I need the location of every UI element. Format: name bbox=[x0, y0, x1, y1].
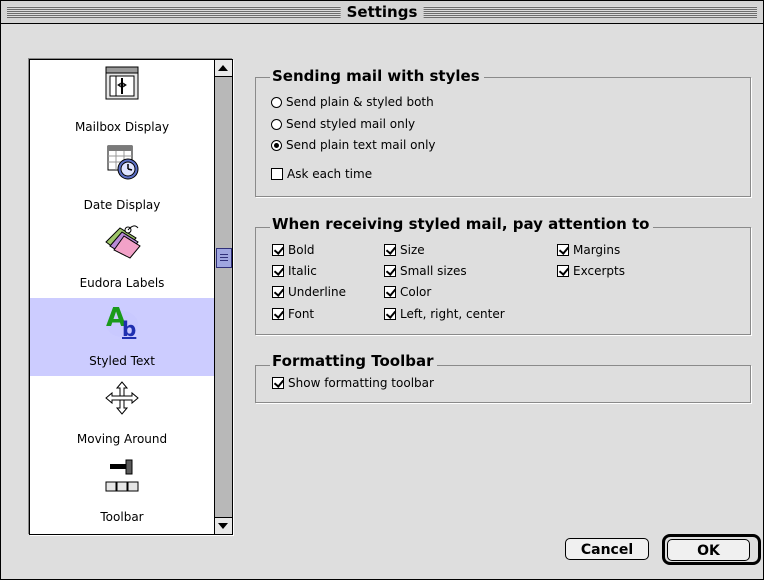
svg-text:b: b bbox=[122, 317, 136, 340]
settings-window: Settings Mailbox Display Date Display Eu… bbox=[0, 0, 764, 580]
category-item-toolbar[interactable]: Toolbar bbox=[30, 454, 214, 532]
checkbox-ask-each-time[interactable]: Ask each time bbox=[271, 167, 372, 181]
category-list-items: Mailbox Display Date Display Eudora Labe… bbox=[30, 60, 214, 534]
category-label: Toolbar bbox=[100, 510, 144, 524]
option-label: Excerpts bbox=[573, 264, 625, 278]
scroll-up-button[interactable] bbox=[215, 60, 232, 77]
radio-send-plain-and-styled[interactable]: Send plain & styled both bbox=[271, 95, 434, 109]
checkbox-font[interactable]: Font bbox=[272, 307, 314, 321]
option-label: Underline bbox=[288, 285, 346, 299]
checkbox-indicator bbox=[271, 168, 283, 180]
category-label: Date Display bbox=[83, 198, 161, 212]
arrow-down-icon bbox=[218, 523, 228, 529]
option-label: Ask each time bbox=[287, 167, 373, 181]
checkbox-indicator bbox=[384, 265, 396, 277]
category-item-moving-around[interactable]: Moving Around bbox=[30, 376, 214, 454]
option-label: Show formatting toolbar bbox=[288, 376, 434, 390]
category-item-styled-text[interactable]: A b Styled Text bbox=[30, 298, 214, 376]
option-label: Send plain & styled both bbox=[286, 95, 434, 109]
checkbox-size[interactable]: Size bbox=[384, 243, 425, 257]
receiving-mail-title: When receiving styled mail, pay attentio… bbox=[270, 215, 654, 233]
styled-text-icon: A b bbox=[106, 303, 138, 340]
checkbox-underline[interactable]: Underline bbox=[272, 285, 346, 299]
checkbox-small-sizes[interactable]: Small sizes bbox=[384, 264, 467, 278]
option-label: Small sizes bbox=[400, 264, 467, 278]
checkbox-indicator bbox=[272, 265, 284, 277]
formatting-toolbar-title: Formatting Toolbar bbox=[270, 352, 438, 370]
radio-indicator bbox=[271, 96, 282, 108]
date-display-icon bbox=[107, 145, 139, 180]
category-list-scrollbar[interactable] bbox=[214, 60, 232, 534]
radio-indicator bbox=[271, 118, 282, 130]
option-label: Left, right, center bbox=[400, 307, 505, 321]
option-label: Size bbox=[400, 243, 425, 257]
checkbox-show-formatting-toolbar[interactable]: Show formatting toolbar bbox=[272, 376, 434, 390]
checkbox-indicator bbox=[384, 308, 396, 320]
checkbox-indicator bbox=[384, 286, 396, 298]
checkbox-alignment[interactable]: Left, right, center bbox=[384, 307, 505, 321]
checkbox-indicator bbox=[272, 286, 284, 298]
title-bar[interactable]: Settings bbox=[1, 1, 763, 24]
option-label: Margins bbox=[573, 243, 621, 257]
option-label: Bold bbox=[288, 243, 315, 257]
checkbox-excerpts[interactable]: Excerpts bbox=[557, 264, 625, 278]
arrow-up-icon bbox=[218, 65, 228, 71]
category-label: Styled Text bbox=[89, 354, 155, 368]
window-title: Settings bbox=[340, 2, 424, 22]
category-item-date-display[interactable]: Date Display bbox=[30, 142, 214, 220]
sending-mail-title: Sending mail with styles bbox=[270, 67, 484, 85]
checkbox-indicator bbox=[272, 308, 284, 320]
checkbox-color[interactable]: Color bbox=[384, 285, 431, 299]
scroll-thumb[interactable] bbox=[216, 248, 232, 268]
checkbox-indicator bbox=[557, 244, 569, 256]
option-label: Italic bbox=[288, 264, 317, 278]
radio-indicator bbox=[271, 139, 282, 151]
eudora-labels-icon bbox=[105, 225, 141, 259]
option-label: Font bbox=[288, 307, 315, 321]
option-label: Send plain text mail only bbox=[286, 138, 436, 152]
category-label: Mailbox Display bbox=[74, 120, 170, 134]
option-label: Send styled mail only bbox=[286, 117, 416, 131]
mailbox-display-icon bbox=[105, 66, 139, 100]
cancel-button[interactable]: Cancel bbox=[565, 538, 649, 560]
checkbox-indicator bbox=[272, 244, 284, 256]
scroll-down-button[interactable] bbox=[215, 517, 232, 534]
checkbox-indicator bbox=[557, 265, 569, 277]
radio-send-styled-only[interactable]: Send styled mail only bbox=[271, 117, 415, 131]
category-label: Moving Around bbox=[76, 432, 168, 446]
toolbar-icon bbox=[105, 459, 139, 492]
checkbox-bold[interactable]: Bold bbox=[272, 243, 315, 257]
option-label: Color bbox=[400, 285, 432, 299]
checkbox-indicator bbox=[272, 377, 284, 389]
checkbox-italic[interactable]: Italic bbox=[272, 264, 317, 278]
ok-button[interactable]: OK bbox=[667, 539, 750, 561]
category-item-eudora-labels[interactable]: Eudora Labels bbox=[30, 220, 214, 298]
radio-send-plain-text-only[interactable]: Send plain text mail only bbox=[271, 138, 436, 152]
moving-around-icon bbox=[105, 381, 139, 415]
settings-category-list: Mailbox Display Date Display Eudora Labe… bbox=[29, 59, 233, 535]
checkbox-indicator bbox=[384, 244, 396, 256]
category-item-mailbox-display[interactable]: Mailbox Display bbox=[30, 64, 214, 142]
category-label: Eudora Labels bbox=[79, 276, 165, 290]
checkbox-margins[interactable]: Margins bbox=[557, 243, 620, 257]
